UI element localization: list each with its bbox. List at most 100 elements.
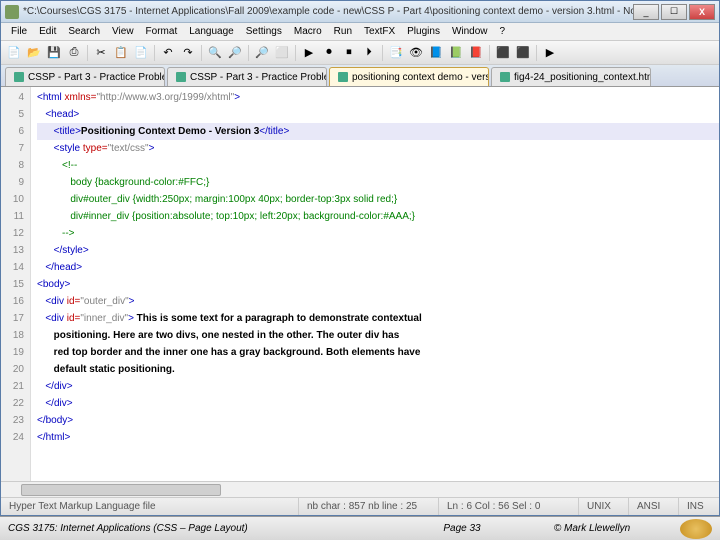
toolbar-button-icon[interactable]: ⬛: [514, 44, 532, 62]
toolbar-button-icon[interactable]: ↶: [159, 44, 177, 62]
menu-?[interactable]: ?: [494, 24, 512, 39]
menu-settings[interactable]: Settings: [240, 24, 288, 39]
tabbar: CSSP - Part 3 - Practice Problem 1.html C…: [1, 65, 719, 87]
menu-run[interactable]: Run: [328, 24, 358, 39]
code-line[interactable]: <body>: [37, 276, 719, 293]
code-view[interactable]: <html xmlns="http://www.w3.org/1999/xhtm…: [31, 87, 719, 481]
code-line[interactable]: default static positioning.: [37, 361, 719, 378]
toolbar-button-icon[interactable]: ↷: [179, 44, 197, 62]
titlebar[interactable]: *C:\Courses\CGS 3175 - Internet Applicat…: [1, 1, 719, 23]
code-line[interactable]: </div>: [37, 378, 719, 395]
toolbar-separator: [248, 45, 249, 61]
toolbar-button-icon[interactable]: 📂: [25, 44, 43, 62]
toolbar-button-icon[interactable]: 🔍: [206, 44, 224, 62]
status-insert: INS: [679, 498, 719, 515]
app-icon: [5, 5, 19, 19]
toolbar-button-icon[interactable]: 📄: [5, 44, 23, 62]
code-line[interactable]: </style>: [37, 242, 719, 259]
file-icon: [176, 72, 186, 82]
code-line[interactable]: -->: [37, 225, 719, 242]
menu-textfx[interactable]: TextFX: [358, 24, 401, 39]
editor-tab[interactable]: fig4-24_positioning_context.htm: [491, 67, 651, 86]
line-number: 12: [1, 225, 24, 242]
line-number: 5: [1, 106, 24, 123]
code-line[interactable]: div#inner_div {position:absolute; top:10…: [37, 208, 719, 225]
toolbar-button-icon[interactable]: ⏺: [320, 44, 338, 62]
footer-author: © Mark Llewellyn: [512, 523, 672, 534]
toolbar-button-icon[interactable]: 📗: [447, 44, 465, 62]
line-number: 7: [1, 140, 24, 157]
window-title: *C:\Courses\CGS 3175 - Internet Applicat…: [23, 6, 633, 17]
code-line[interactable]: body {background-color:#FFC;}: [37, 174, 719, 191]
menubar: FileEditSearchViewFormatLanguageSettings…: [1, 23, 719, 41]
code-line[interactable]: div#outer_div {width:250px; margin:100px…: [37, 191, 719, 208]
code-line[interactable]: </div>: [37, 395, 719, 412]
menu-macro[interactable]: Macro: [288, 24, 328, 39]
toolbar-button-icon[interactable]: ⬛: [494, 44, 512, 62]
line-number: 13: [1, 242, 24, 259]
toolbar-button-icon[interactable]: 🔎: [226, 44, 244, 62]
footer-course: CGS 3175: Internet Applications (CSS – P…: [8, 523, 412, 534]
tab-label: CSSP - Part 3 - Practice Problem 1.html: [28, 72, 165, 83]
code-line[interactable]: </body>: [37, 412, 719, 429]
editor-tab[interactable]: positioning context demo - version 3.htm…: [329, 67, 489, 86]
line-number: 11: [1, 208, 24, 225]
toolbar-separator: [382, 45, 383, 61]
code-line[interactable]: <title>Positioning Context Demo - Versio…: [37, 123, 719, 140]
code-line[interactable]: positioning. Here are two divs, one nest…: [37, 327, 719, 344]
minimize-button[interactable]: _: [633, 4, 659, 20]
line-number: 15: [1, 276, 24, 293]
code-line[interactable]: red top border and the inner one has a g…: [37, 344, 719, 361]
menu-plugins[interactable]: Plugins: [401, 24, 446, 39]
scrollbar-thumb[interactable]: [21, 484, 221, 496]
toolbar-button-icon[interactable]: ✂: [92, 44, 110, 62]
code-line[interactable]: <html xmlns="http://www.w3.org/1999/xhtm…: [37, 89, 719, 106]
menu-format[interactable]: Format: [140, 24, 184, 39]
code-line[interactable]: <head>: [37, 106, 719, 123]
toolbar-button-icon[interactable]: ⬜: [273, 44, 291, 62]
tab-label: CSSP - Part 3 - Practice Problem 2.html: [190, 72, 327, 83]
toolbar-button-icon[interactable]: 📑: [387, 44, 405, 62]
status-filetype: Hyper Text Markup Language file: [1, 498, 299, 515]
line-number: 18: [1, 327, 24, 344]
toolbar-button-icon[interactable]: 💾: [45, 44, 63, 62]
toolbar-separator: [201, 45, 202, 61]
toolbar-separator: [154, 45, 155, 61]
editor-tab[interactable]: CSSP - Part 3 - Practice Problem 1.html: [5, 67, 165, 86]
toolbar-button-icon[interactable]: ⏵: [360, 44, 378, 62]
code-line[interactable]: <div id="inner_div"> This is some text f…: [37, 310, 719, 327]
menu-edit[interactable]: Edit: [33, 24, 62, 39]
close-button[interactable]: X: [689, 4, 715, 20]
app-window: *C:\Courses\CGS 3175 - Internet Applicat…: [0, 0, 720, 516]
menu-search[interactable]: Search: [62, 24, 106, 39]
toolbar-button-icon[interactable]: 📋: [112, 44, 130, 62]
menu-view[interactable]: View: [106, 24, 140, 39]
toolbar-button-icon[interactable]: ▶: [541, 44, 559, 62]
horizontal-scrollbar[interactable]: [1, 481, 719, 497]
code-line[interactable]: <div id="outer_div">: [37, 293, 719, 310]
code-line[interactable]: <!--: [37, 157, 719, 174]
toolbar-button-icon[interactable]: ⏹: [340, 44, 358, 62]
code-line[interactable]: <style type="text/css">: [37, 140, 719, 157]
file-icon: [14, 72, 24, 82]
maximize-button[interactable]: ☐: [661, 4, 687, 20]
university-logo-icon: [680, 519, 712, 539]
toolbar-separator: [536, 45, 537, 61]
toolbar-button-icon[interactable]: 📘: [427, 44, 445, 62]
toolbar-button-icon[interactable]: 📄: [132, 44, 150, 62]
toolbar-button-icon[interactable]: 👁: [407, 44, 425, 62]
code-line[interactable]: </html>: [37, 429, 719, 446]
editor-tab[interactable]: CSSP - Part 3 - Practice Problem 2.html: [167, 67, 327, 86]
line-number: 10: [1, 191, 24, 208]
line-number: 8: [1, 157, 24, 174]
line-number: 20: [1, 361, 24, 378]
toolbar-separator: [295, 45, 296, 61]
menu-file[interactable]: File: [5, 24, 33, 39]
toolbar-button-icon[interactable]: 🔎: [253, 44, 271, 62]
menu-language[interactable]: Language: [183, 24, 240, 39]
toolbar-button-icon[interactable]: ⎙: [65, 44, 83, 62]
toolbar-button-icon[interactable]: ▶: [300, 44, 318, 62]
code-line[interactable]: </head>: [37, 259, 719, 276]
toolbar-button-icon[interactable]: 📕: [467, 44, 485, 62]
menu-window[interactable]: Window: [446, 24, 494, 39]
